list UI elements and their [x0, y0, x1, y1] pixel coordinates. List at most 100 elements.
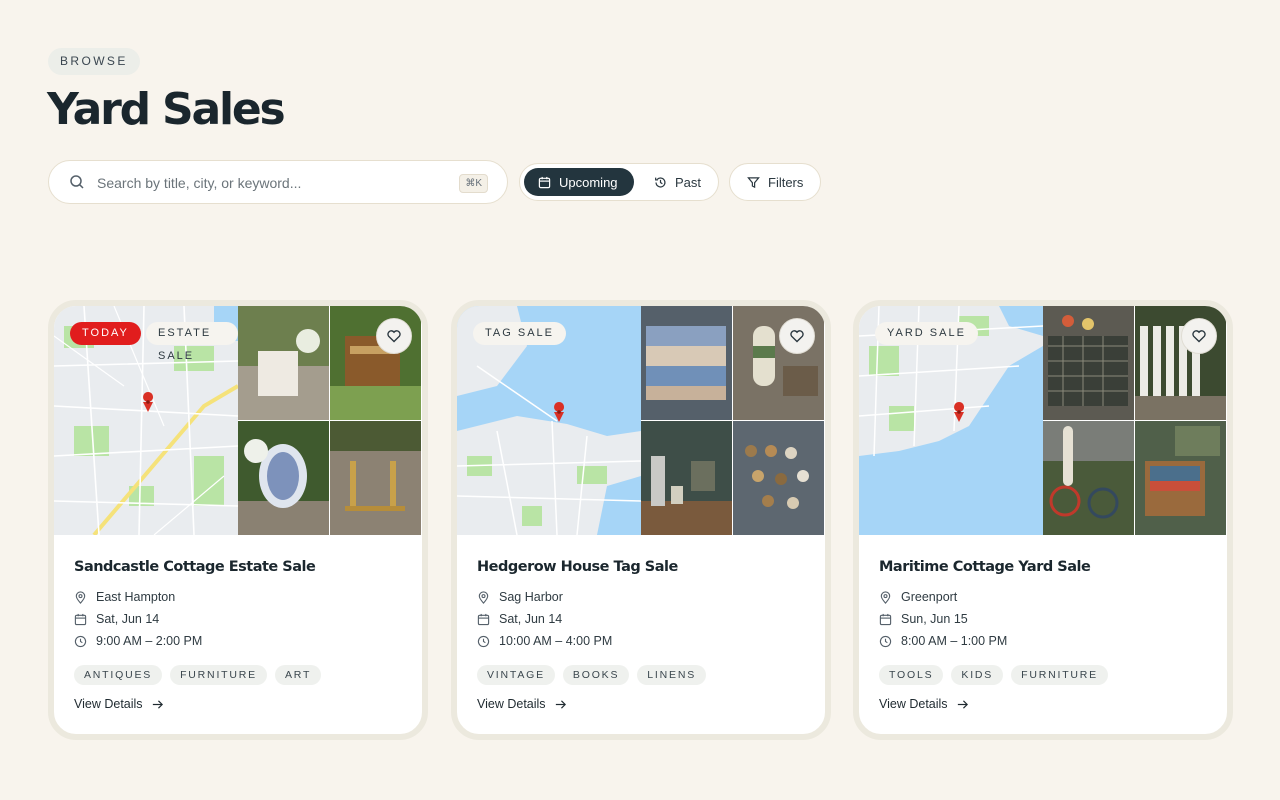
card-media: YARD SALE	[859, 306, 1227, 535]
tag-list: ANTIQUES FURNITURE ART	[74, 665, 402, 685]
map-pin-icon	[75, 590, 86, 604]
photo-barware	[641, 421, 732, 535]
date-text: Sun, Jun 15	[901, 612, 968, 626]
history-icon	[655, 176, 666, 188]
sale-type-badge: ESTATE SALE	[146, 322, 238, 362]
date-row: Sun, Jun 15	[879, 611, 1207, 627]
search-icon	[70, 175, 84, 189]
view-details-label: View Details	[74, 697, 143, 711]
clock-icon	[74, 635, 87, 647]
heart-icon	[387, 330, 401, 343]
page-title: Yard Sales	[47, 84, 286, 135]
view-details-link[interactable]: View Details	[879, 697, 969, 711]
view-details-link[interactable]: View Details	[74, 697, 164, 711]
time-text: 9:00 AM – 2:00 PM	[96, 634, 203, 648]
favorite-button[interactable]	[1181, 318, 1217, 354]
sale-card[interactable]: YARD SALE Maritime Cottage Yard Sale Gre…	[853, 300, 1233, 740]
tag: ART	[274, 665, 322, 685]
location-text: East Hampton	[96, 590, 176, 604]
tag: FURNITURE	[1011, 665, 1108, 685]
card-body: Maritime Cottage Yard Sale Greenport Sun…	[859, 535, 1227, 713]
calendar-icon	[74, 613, 87, 625]
card-title: Maritime Cottage Yard Sale	[879, 559, 1091, 575]
view-details-link[interactable]: View Details	[477, 697, 567, 711]
card-body: Hedgerow House Tag Sale Sag Harbor Sat, …	[457, 535, 825, 713]
location-row: East Hampton	[74, 589, 402, 605]
card-body: Sandcastle Cottage Estate Sale East Hamp…	[54, 535, 422, 713]
search-bar[interactable]: ⌘K	[48, 160, 508, 204]
heart-icon	[1192, 330, 1206, 343]
photo-andirons	[330, 421, 421, 535]
tag: FURNITURE	[170, 665, 267, 685]
heart-icon	[790, 330, 804, 343]
filters-label: Filters	[768, 174, 804, 190]
upcoming-toggle-button[interactable]: Upcoming	[524, 168, 634, 196]
location-map: YARD SALE	[859, 306, 1043, 535]
clock-icon	[477, 635, 490, 647]
calendar-icon	[538, 176, 551, 188]
photo-bicycles	[1043, 421, 1134, 535]
search-input[interactable]	[97, 171, 447, 195]
photo-adirondack-chair	[238, 306, 329, 420]
tag: VINTAGE	[477, 665, 555, 685]
location-map: TAG SALE	[457, 306, 641, 535]
time-toggle: Upcoming Past	[519, 163, 719, 201]
time-row: 10:00 AM – 4:00 PM	[477, 633, 805, 649]
time-row: 9:00 AM – 2:00 PM	[74, 633, 402, 649]
past-label: Past	[675, 174, 702, 190]
calendar-icon	[477, 613, 490, 625]
time-text: 10:00 AM – 4:00 PM	[499, 634, 613, 648]
card-meta: Sag Harbor Sat, Jun 14 10:00 AM – 4:00 P…	[477, 589, 805, 649]
sale-card[interactable]: TODAY ESTATE SALE Sandcastle Cottage Est…	[48, 300, 428, 740]
keyboard-shortcut-hint: ⌘K	[459, 174, 488, 193]
location-text: Greenport	[901, 590, 958, 604]
photo-cabinet-knobs	[733, 421, 824, 535]
tag: TOOLS	[879, 665, 944, 685]
date-text: Sat, Jun 14	[96, 612, 160, 626]
sale-type-badge: TAG SALE	[473, 322, 566, 345]
photo-record-crate	[1135, 421, 1226, 535]
today-badge: TODAY	[70, 322, 141, 345]
location-row: Sag Harbor	[477, 589, 805, 605]
tag: ANTIQUES	[74, 665, 163, 685]
tag: LINENS	[637, 665, 707, 685]
arrow-right-icon	[555, 699, 566, 709]
map-pin-icon	[880, 590, 891, 604]
tag: BOOKS	[562, 665, 630, 685]
photo-quilts	[641, 306, 732, 420]
eyebrow-badge: BROWSE	[48, 48, 140, 75]
filters-button[interactable]: Filters	[729, 163, 821, 201]
card-media: TAG SALE	[457, 306, 825, 535]
filter-icon	[747, 176, 760, 188]
favorite-button[interactable]	[376, 318, 412, 354]
arrow-right-icon	[957, 699, 968, 709]
arrow-right-icon	[152, 699, 163, 709]
upcoming-label: Upcoming	[559, 174, 618, 190]
date-text: Sat, Jun 14	[499, 612, 563, 626]
view-details-label: View Details	[879, 697, 948, 711]
past-toggle-button[interactable]: Past	[640, 168, 715, 196]
sale-type-badge: YARD SALE	[875, 322, 978, 345]
card-title: Hedgerow House Tag Sale	[477, 559, 678, 575]
location-map: TODAY ESTATE SALE	[54, 306, 238, 535]
clock-icon	[879, 635, 892, 647]
calendar-icon	[879, 613, 892, 625]
map-pin-icon	[478, 590, 489, 604]
photo-lobster-traps	[1043, 306, 1134, 420]
card-meta: East Hampton Sat, Jun 14 9:00 AM – 2:00 …	[74, 589, 402, 649]
date-row: Sat, Jun 14	[477, 611, 805, 627]
location-row: Greenport	[879, 589, 1207, 605]
date-row: Sat, Jun 14	[74, 611, 402, 627]
tag-list: VINTAGE BOOKS LINENS	[477, 665, 805, 685]
tag: KIDS	[951, 665, 1004, 685]
card-title: Sandcastle Cottage Estate Sale	[74, 559, 316, 575]
favorite-button[interactable]	[779, 318, 815, 354]
time-row: 8:00 AM – 1:00 PM	[879, 633, 1207, 649]
view-details-label: View Details	[477, 697, 546, 711]
location-text: Sag Harbor	[499, 590, 563, 604]
card-media: TODAY ESTATE SALE	[54, 306, 422, 535]
sale-card[interactable]: TAG SALE Hedgerow House Tag Sale Sag Har…	[451, 300, 831, 740]
card-meta: Greenport Sun, Jun 15 8:00 AM – 1:00 PM	[879, 589, 1207, 649]
time-text: 8:00 AM – 1:00 PM	[901, 634, 1008, 648]
photo-ginger-jar	[238, 421, 329, 535]
